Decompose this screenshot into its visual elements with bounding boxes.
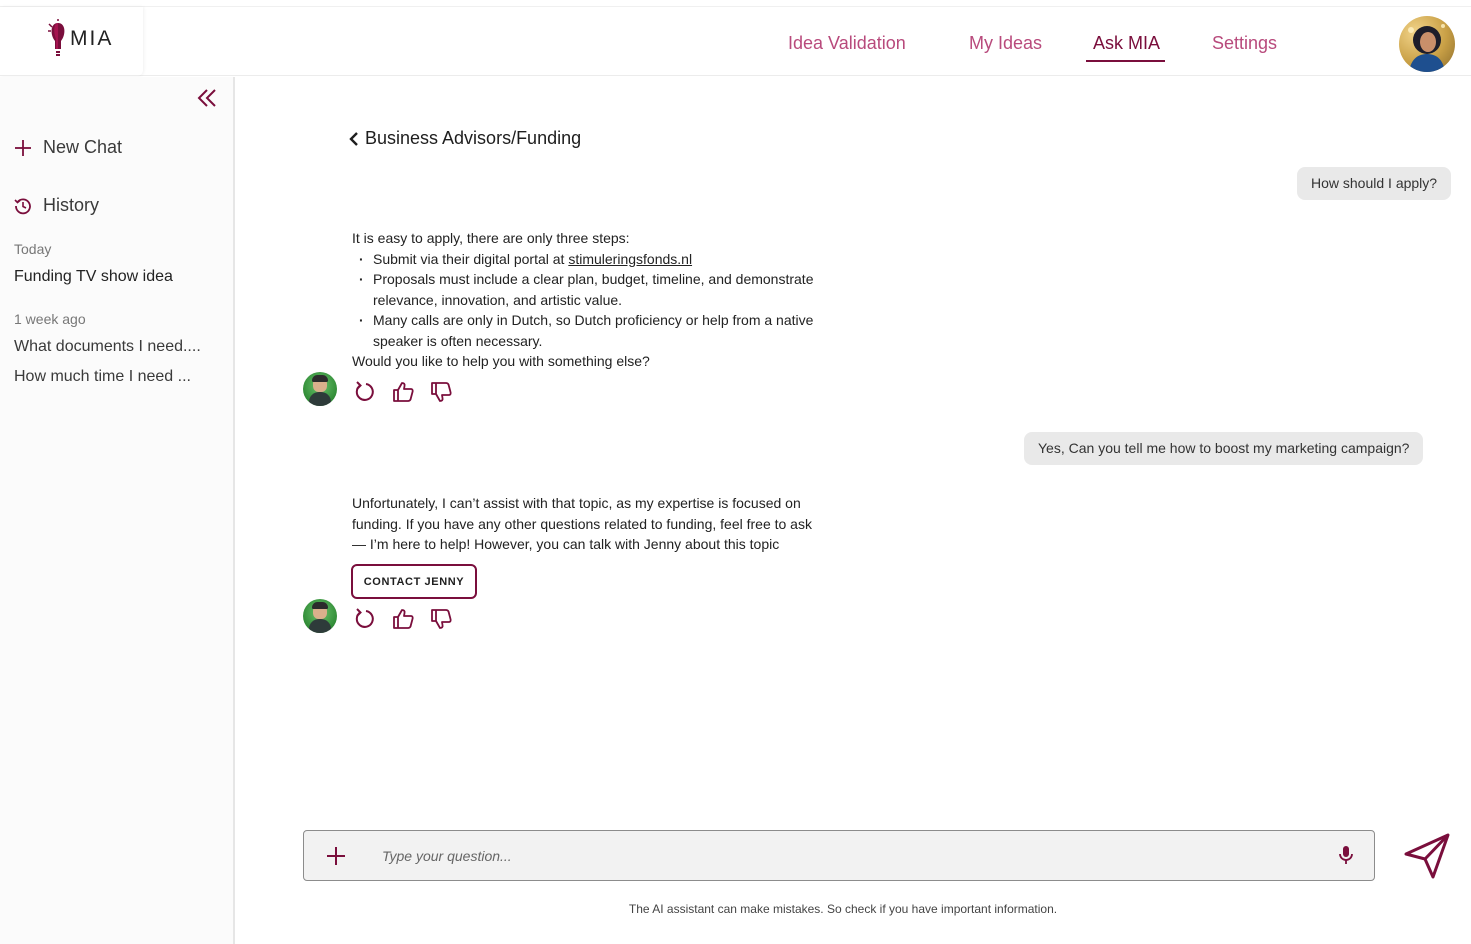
step-text: Submit via their digital portal at — [373, 250, 569, 267]
thumbs-up-icon[interactable] — [391, 380, 415, 404]
history-chat-item[interactable]: What documents I need.... — [14, 338, 201, 356]
logo-wordmark: MIA — [70, 27, 114, 50]
history-chat-item[interactable]: How much time I need ... — [14, 368, 191, 386]
topic-title: Business Advisors/Funding — [365, 128, 582, 148]
step-text: Proposals must include a clear plan, bud… — [373, 271, 814, 287]
assistant-message: It is easy to apply, there are only thre… — [352, 228, 813, 372]
send-icon[interactable] — [1403, 832, 1451, 880]
new-chat-button[interactable]: New Chat — [14, 137, 122, 158]
history-icon — [14, 197, 31, 214]
logo-container[interactable]: MIA — [0, 7, 143, 76]
mia-logo[interactable]: MIA — [46, 19, 113, 59]
assistant-message-intro: It is easy to apply, there are only thre… — [352, 230, 630, 246]
thumbs-down-icon[interactable] — [429, 380, 453, 404]
assistant-message-line: — I’m here to help! However, you can tal… — [352, 536, 780, 552]
assistant-message-line: funding. If you have any other questions… — [352, 515, 812, 532]
sidebar: New Chat History Today Funding TV show i… — [0, 77, 235, 944]
step-text: Many calls are only in Dutch, so Dutch p… — [373, 312, 814, 328]
microphone-icon[interactable] — [1334, 843, 1358, 867]
steps-list: Submit via their digital portal at stimu… — [352, 249, 813, 352]
history-chat-item[interactable]: Funding TV show idea — [14, 268, 173, 286]
history-button[interactable]: History — [14, 195, 99, 216]
nav-ask-mia[interactable]: Ask MIA — [1085, 33, 1166, 62]
message-actions — [353, 607, 467, 631]
assistant-message-outro: Would you like to help you with somethin… — [352, 353, 650, 369]
avatar-hair-shape — [312, 375, 328, 382]
lightbulb-logo-icon — [48, 19, 65, 56]
message-composer — [303, 830, 1375, 881]
new-chat-label: New Chat — [43, 137, 123, 157]
regenerate-icon[interactable] — [353, 607, 377, 631]
collapse-sidebar-icon[interactable] — [196, 87, 218, 109]
user-portrait-icon — [1408, 24, 1445, 72]
nav-my-ideas[interactable]: My Ideas — [969, 33, 1042, 54]
history-group-today: Today — [14, 241, 52, 257]
thumbs-down-icon[interactable] — [429, 607, 453, 631]
user-message: Yes, Can you tell me how to boost my mar… — [1024, 432, 1424, 465]
history-label: History — [43, 195, 100, 215]
step-item: Proposals must include a clear plan, bud… — [352, 269, 813, 310]
nav-idea-validation[interactable]: Idea Validation — [788, 33, 906, 54]
back-to-topic-button[interactable]: Business Advisors/Funding — [349, 128, 581, 149]
assistant-avatar — [303, 372, 337, 406]
top-header: MIA Idea Validation My Ideas Ask MIA Set… — [0, 6, 1471, 76]
user-message: How should I apply? — [1297, 167, 1452, 200]
nav-settings[interactable]: Settings — [1212, 33, 1277, 54]
step-text: speaker is often necessary. — [373, 332, 543, 349]
contact-jenny-button[interactable]: CONTACT JENNY — [351, 564, 477, 599]
plus-icon — [15, 139, 31, 156]
add-attachment-icon[interactable] — [324, 844, 348, 868]
ai-disclaimer: The AI assistant can make mistakes. So c… — [628, 902, 1058, 916]
assistant-message: Unfortunately, I can’t assist with that … — [352, 493, 812, 555]
step-item: Submit via their digital portal at stimu… — [352, 249, 813, 270]
message-actions — [353, 380, 467, 404]
avatar-hair-shape — [312, 602, 328, 609]
question-input[interactable] — [382, 844, 1322, 868]
avatar-body-shape — [309, 392, 331, 406]
assistant-message-line: Unfortunately, I can’t assist with that … — [352, 495, 801, 511]
history-group-week: 1 week ago — [14, 311, 86, 327]
step-text: relevance, innovation, and artistic valu… — [373, 291, 623, 308]
chevron-left-icon — [349, 131, 358, 146]
user-avatar[interactable] — [1399, 16, 1455, 72]
portal-link[interactable]: stimuleringsfonds.nl — [568, 251, 692, 267]
step-item: Many calls are only in Dutch, so Dutch p… — [352, 310, 813, 351]
thumbs-up-icon[interactable] — [391, 607, 415, 631]
assistant-avatar — [303, 599, 337, 633]
avatar-body-shape — [309, 619, 331, 633]
regenerate-icon[interactable] — [353, 380, 377, 404]
